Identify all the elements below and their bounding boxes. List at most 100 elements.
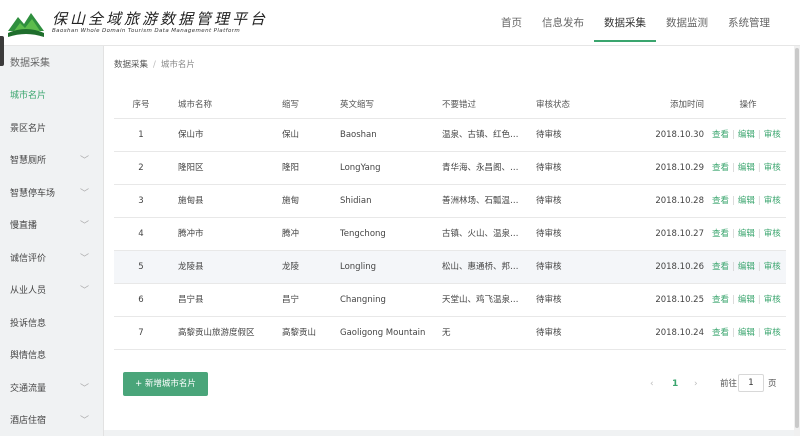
sidebar-item-credit-rating[interactable]: 诚信评价 ﹀ (0, 243, 103, 276)
sidebar-item-label: 景区名片 (10, 123, 47, 134)
table-row[interactable]: 4 腾冲市 腾冲 Tengchong 古镇、火山、温泉、热海 待审核 2018.10.27 查… (114, 218, 786, 251)
edit-link[interactable]: 编辑 (738, 130, 755, 140)
cell-status: 待审核 (536, 295, 562, 305)
view-link[interactable]: 查看 (712, 328, 729, 338)
review-link[interactable]: 审核 (764, 229, 781, 239)
table-row[interactable]: 3 施甸县 施甸 Shidian 善洲林场、石瓢温泉、姚关 待审核 2018.10.28 查看… (114, 185, 786, 218)
sidebar-item-smart-parking[interactable]: 智慧停车场 ﹀ (0, 178, 103, 211)
sidebar-collapse-handle[interactable] (0, 36, 4, 66)
sidebar-item-complaints[interactable]: 投诉信息 (0, 308, 103, 341)
chevron-down-icon: ﹀ (79, 188, 89, 199)
header-city-name: 城市名称 (178, 100, 213, 110)
sidebar-item-hotels[interactable]: 酒店住宿 ﹀ (0, 405, 103, 436)
edit-link[interactable]: 编辑 (738, 262, 755, 272)
header-english: 英文缩写 (340, 100, 375, 110)
cell-english: Shidian (340, 196, 372, 206)
action-divider: | (757, 328, 761, 338)
edit-link[interactable]: 编辑 (738, 229, 755, 239)
cell-status: 待审核 (536, 163, 562, 173)
next-page-icon[interactable]: › (694, 372, 698, 396)
sidebar-item-city-card[interactable]: 城市名片 (0, 80, 103, 113)
table-row[interactable]: 1 保山市 保山 Baoshan 温泉、古镇、红色旅游 待审核 2018.10.30 查看 | 编… (114, 119, 786, 152)
cell-highlights: 松山、惠通桥、邦腊掌 (442, 262, 524, 272)
cell-highlights: 天堂山、鸡飞温泉、茶山 (442, 295, 524, 305)
action-divider: | (757, 262, 761, 272)
brand-subtitle: Baoshan Whole Domain Tourism Data Manage… (52, 28, 241, 34)
review-link[interactable]: 审核 (764, 196, 781, 206)
sidebar-item-label: 从业人员 (10, 286, 47, 296)
cell-abbreviation: 隆阳 (282, 163, 300, 173)
view-link[interactable]: 查看 (712, 229, 729, 239)
review-link[interactable]: 审核 (764, 130, 781, 140)
edit-link[interactable]: 编辑 (738, 328, 755, 338)
add-city-card-button[interactable]: + 新增城市名片 (123, 372, 208, 396)
table-row[interactable]: 5 龙陵县 龙陵 Longling 松山、惠通桥、邦腊掌 待审核 2018.10.26 查看 |… (114, 251, 786, 284)
review-link[interactable]: 审核 (764, 328, 781, 338)
table-row[interactable]: 6 昌宁县 昌宁 Changning 天堂山、鸡飞温泉、茶山 待审核 2018.10.25 查… (114, 284, 786, 317)
cell-english: Longling (340, 262, 377, 272)
sidebar-item-label: 酒店住宿 (10, 416, 47, 426)
cell-date: 2018.10.25 (655, 295, 704, 305)
sidebar-item-label: 智慧厕所 (10, 156, 47, 166)
cell-highlights: 古镇、火山、温泉、热海 (442, 229, 524, 239)
sidebar-item-public-opinion[interactable]: 舆情信息 (0, 340, 103, 373)
sidebar-item-traffic[interactable]: 交通流量 ﹀ (0, 373, 103, 406)
sidebar: 数据采集 城市名片 景区名片 智慧厕所 ﹀ 智慧停车场 ﹀ 慢直播 ﹀ 诚信评价 ﹀ 从… (0, 46, 104, 436)
sidebar-item-slow-live[interactable]: 慢直播 ﹀ (0, 210, 103, 243)
cell-abbreviation: 施甸 (282, 196, 300, 206)
mountain-logo-icon (8, 13, 44, 37)
view-link[interactable]: 查看 (712, 196, 729, 206)
cell-status: 待审核 (536, 328, 562, 338)
cell-status: 待审核 (536, 229, 562, 239)
sidebar-item-label: 城市名片 (10, 91, 47, 101)
cell-actions: 查看 | 编辑 | 审核 (712, 317, 784, 350)
action-divider: | (732, 295, 735, 305)
header-status: 审核状态 (536, 100, 571, 110)
breadcrumb: 数据采集 / 城市名片 (114, 58, 195, 70)
sidebar-item-label: 智慧停车场 (10, 188, 56, 199)
edit-link[interactable]: 编辑 (738, 196, 755, 206)
view-link[interactable]: 查看 (712, 262, 729, 272)
cell-highlights: 无 (442, 328, 451, 338)
action-divider: | (732, 163, 735, 173)
prev-page-icon[interactable]: ‹ (650, 372, 654, 396)
table-row[interactable]: 2 隆阳区 隆阳 LongYang 青华海、永昌阁、太保山 待审核 2018.10.29 查看… (114, 152, 786, 185)
goto-page-input[interactable] (738, 374, 764, 392)
review-link[interactable]: 审核 (764, 163, 781, 173)
view-link[interactable]: 查看 (712, 130, 729, 140)
action-divider: | (757, 130, 761, 140)
review-link[interactable]: 审核 (764, 262, 781, 272)
nav-publish[interactable]: 信息发布 (532, 0, 594, 46)
scrollbar-thumb[interactable] (795, 48, 799, 428)
chevron-down-icon: ﹀ (79, 253, 89, 264)
nav-system-management[interactable]: 系统管理 (718, 0, 780, 46)
edit-link[interactable]: 编辑 (738, 163, 755, 173)
cell-index: 1 (138, 130, 144, 140)
edit-link[interactable]: 编辑 (738, 295, 755, 305)
nav-home[interactable]: 首页 (491, 0, 532, 46)
table-body: 1 保山市 保山 Baoshan 温泉、古镇、红色旅游 待审核 2018.10.30 查看 | 编… (114, 119, 786, 350)
sidebar-item-staff[interactable]: 从业人员 ﹀ (0, 275, 103, 308)
cell-actions: 查看 | 编辑 | 审核 (712, 119, 784, 152)
cell-date: 2018.10.27 (655, 229, 704, 239)
cell-date: 2018.10.30 (655, 130, 704, 140)
cell-date: 2018.10.28 (655, 196, 704, 206)
view-link[interactable]: 查看 (712, 295, 729, 305)
sidebar-item-label: 诚信评价 (10, 253, 47, 264)
sidebar-item-scenic-card[interactable]: 景区名片 (0, 113, 103, 146)
action-divider: | (732, 229, 735, 239)
breadcrumb-separator: / (153, 60, 156, 70)
review-link[interactable]: 审核 (764, 295, 781, 305)
header-date: 添加时间 (669, 100, 704, 110)
breadcrumb-root[interactable]: 数据采集 (114, 60, 148, 70)
cell-actions: 查看 | 编辑 | 审核 (712, 251, 784, 284)
table-row[interactable]: 7 高黎贡山旅游度假区 高黎贡山 Gaoligong Mountain 无 待审核 2018… (114, 317, 786, 350)
page-number[interactable]: 1 (672, 372, 678, 396)
nav-data-collection[interactable]: 数据采集 (594, 0, 656, 46)
view-link[interactable]: 查看 (712, 163, 729, 173)
nav-data-monitoring[interactable]: 数据监测 (656, 0, 718, 46)
sidebar-item-smart-toilet[interactable]: 智慧厕所 ﹀ (0, 145, 103, 178)
sidebar-item-label: 慢直播 (10, 221, 38, 231)
chevron-down-icon: ﹀ (79, 221, 89, 231)
chevron-down-icon: ﹀ (79, 286, 89, 296)
